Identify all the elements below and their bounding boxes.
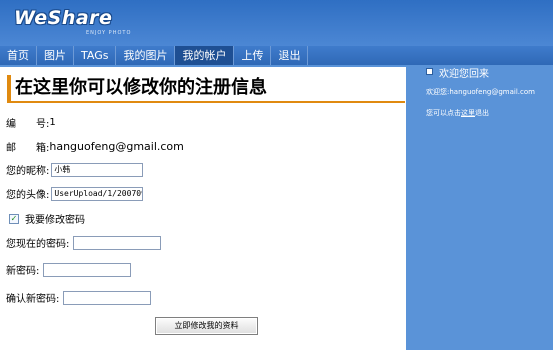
sidebar: 欢迎您回来 欢迎您:hanguofeng@gmail.com 您可以点击这里退出	[406, 65, 553, 350]
confirm-password-row: 确认新密码:	[6, 290, 152, 305]
page-title: 在这里你可以修改你的注册信息	[7, 75, 405, 103]
confirm-password-label: 确认新密码:	[6, 294, 60, 305]
logout-prefix: 您可以点击	[426, 109, 461, 117]
nav-item-upload[interactable]: 上传	[234, 46, 272, 65]
sidebar-header: 欢迎您回来	[426, 65, 546, 80]
logout-link[interactable]: 这里	[461, 109, 475, 117]
id-value: 1	[49, 117, 56, 128]
logout-hint: 您可以点击这里退出	[426, 108, 489, 118]
avatar-label: 您的头像:	[6, 190, 50, 201]
current-password-input[interactable]	[73, 235, 162, 250]
welcome-text: 欢迎您:hanguofeng@gmail.com	[426, 88, 535, 96]
nav-item-my-account[interactable]: 我的帐户	[175, 46, 235, 65]
change-password-checkbox[interactable]: ✓	[9, 213, 19, 224]
nav-item-logout[interactable]: 退出	[271, 46, 309, 65]
id-row: 编 号: 1	[6, 115, 56, 130]
nickname-row: 您的昵称: 小韩	[6, 162, 144, 177]
sidebar-title: 欢迎您回来	[439, 69, 489, 80]
avatar-row: 您的头像: UserUpload/1/200709/8	[6, 186, 144, 201]
nav-item-my-pictures[interactable]: 我的图片	[116, 46, 176, 65]
change-password-row: ✓ 我要修改密码	[6, 211, 85, 226]
id-label: 编 号:	[6, 119, 50, 130]
email-label: 邮 箱:	[6, 143, 50, 154]
nav-item-tags[interactable]: TAGs	[74, 46, 117, 65]
nickname-input[interactable]: 小韩	[51, 162, 144, 177]
site-tagline: ENJOY PHOTO	[86, 30, 132, 36]
email-row: 邮 箱: hanguofeng@gmail.com	[6, 139, 184, 154]
email-value: hanguofeng@gmail.com	[49, 140, 184, 153]
site-header: WeShare ENJOY PHOTO	[0, 0, 553, 46]
new-password-row: 新密码:	[6, 262, 132, 277]
nickname-label: 您的昵称:	[6, 166, 50, 177]
current-password-label: 您现在的密码:	[6, 239, 70, 250]
main-content: 在这里你可以修改你的注册信息 编 号: 1 邮 箱: hanguofeng@gm…	[0, 67, 406, 350]
user-icon	[426, 68, 433, 75]
submit-button[interactable]: 立即修改我的资料	[155, 317, 258, 335]
nav-item-pictures[interactable]: 图片	[37, 46, 74, 65]
main-nav: 首页 图片 TAGs 我的图片 我的帐户 上传 退出	[0, 46, 553, 65]
avatar-input[interactable]: UserUpload/1/200709/8	[51, 186, 144, 201]
change-password-label: 我要修改密码	[25, 215, 85, 226]
nav-item-home[interactable]: 首页	[0, 46, 37, 65]
logout-suffix: 退出	[475, 109, 489, 117]
new-password-input[interactable]	[43, 262, 132, 277]
current-password-row: 您现在的密码:	[6, 235, 162, 250]
site-logo[interactable]: WeShare	[14, 7, 112, 29]
new-password-label: 新密码:	[6, 266, 40, 277]
confirm-password-input[interactable]	[63, 290, 152, 305]
